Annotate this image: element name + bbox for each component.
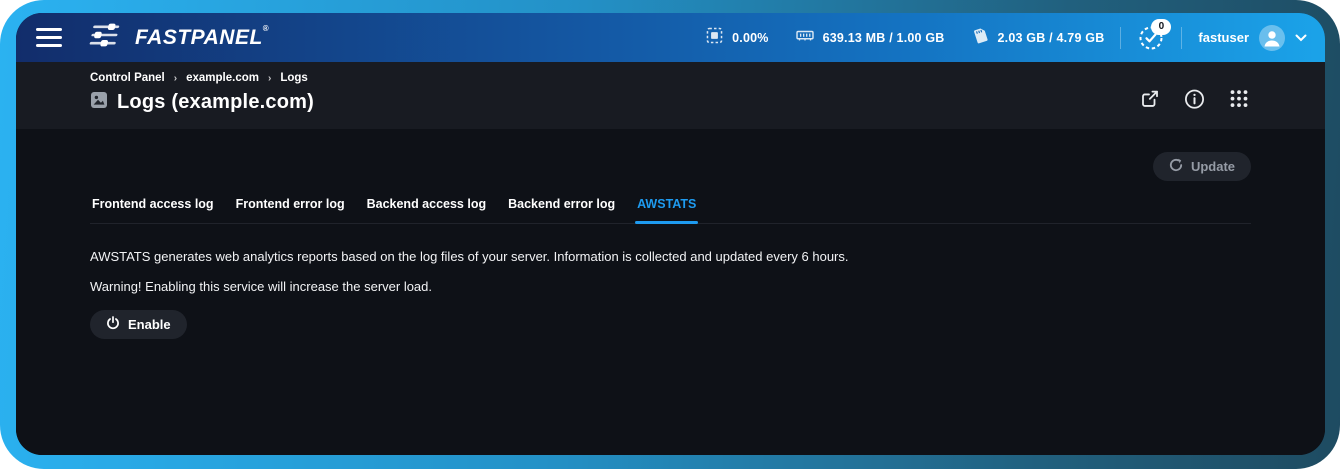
refresh-icon [1169, 158, 1183, 175]
open-site-external-link-icon[interactable] [1140, 89, 1160, 109]
app-window: FASTPANEL® 0.00% [16, 13, 1325, 455]
main-content: Update Frontend access log Frontend erro… [16, 129, 1325, 455]
ram-value: 639.13 MB / 1.00 GB [823, 31, 945, 45]
registered-mark: ® [263, 24, 269, 33]
avatar [1259, 25, 1285, 51]
breadcrumb-logs[interactable]: Logs [280, 72, 307, 84]
power-icon [106, 316, 120, 333]
ram-stat: 639.13 MB / 1.00 GB [795, 26, 945, 50]
tab-frontend-error-log[interactable]: Frontend error log [234, 197, 347, 223]
divider [1181, 27, 1182, 49]
logo-sliders-icon [88, 23, 126, 52]
disk-stat: 2.03 GB / 4.79 GB [971, 26, 1105, 50]
disk-value: 2.03 GB / 4.79 GB [998, 31, 1105, 45]
user-name: fastuser [1198, 30, 1249, 45]
breadcrumb-separator: › [268, 73, 271, 84]
tasks-count-badge: 0 [1151, 19, 1171, 35]
awstats-description: AWSTATS generates web analytics reports … [90, 249, 1251, 264]
cpu-value: 0.00% [732, 31, 768, 45]
disk-icon [971, 26, 990, 50]
fastpanel-logo[interactable]: FASTPANEL® [88, 23, 269, 52]
enable-button[interactable]: Enable [90, 310, 187, 339]
cpu-icon [705, 26, 724, 50]
tab-frontend-access-log[interactable]: Frontend access log [90, 197, 216, 223]
update-button[interactable]: Update [1153, 152, 1251, 181]
menu-hamburger-icon[interactable] [36, 28, 62, 47]
breadcrumb-control-panel[interactable]: Control Panel [90, 72, 165, 84]
log-tabs: Frontend access log Frontend error log B… [90, 197, 1251, 224]
user-menu[interactable]: fastuser [1198, 25, 1307, 51]
tab-backend-access-log[interactable]: Backend access log [365, 197, 489, 223]
update-label: Update [1191, 159, 1235, 174]
logo-text: FASTPANEL® [135, 26, 269, 50]
page-header: Control Panel › example.com › Logs Logs … [16, 62, 1325, 129]
site-favicon-image-icon [90, 91, 108, 114]
tab-awstats[interactable]: AWSTATS [635, 197, 698, 223]
window-frame: FASTPANEL® 0.00% [0, 0, 1340, 469]
breadcrumb: Control Panel › example.com › Logs [90, 72, 1249, 84]
tasks-button[interactable]: 0 [1137, 24, 1165, 52]
awstats-warning: Warning! Enabling this service will incr… [90, 279, 1251, 294]
info-icon[interactable] [1184, 88, 1205, 109]
page-title: Logs (example.com) [117, 91, 314, 114]
topbar: FASTPANEL® 0.00% [16, 13, 1325, 62]
enable-label: Enable [128, 317, 171, 332]
cpu-stat: 0.00% [705, 26, 768, 50]
resource-stats: 0.00% [705, 26, 1104, 50]
breadcrumb-separator: › [174, 73, 177, 84]
tasks-check-icon [1137, 39, 1165, 56]
breadcrumb-site[interactable]: example.com [186, 72, 259, 84]
chevron-down-icon [1295, 29, 1307, 47]
ram-icon [795, 26, 815, 50]
divider [1120, 27, 1121, 49]
apps-grid-icon[interactable] [1229, 89, 1249, 109]
tab-backend-error-log[interactable]: Backend error log [506, 197, 617, 223]
